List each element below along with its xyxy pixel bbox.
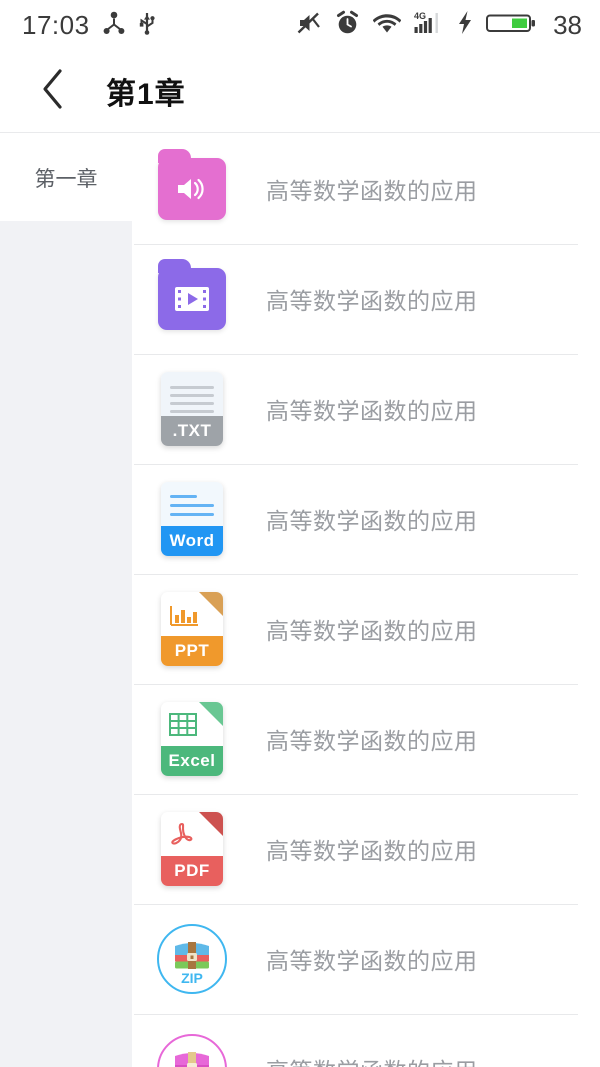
phone-screen: 17:03 4G 38 第1章 第一章 高等数学函数的应用 高等数学函数的应用 … bbox=[0, 0, 600, 1067]
mute-icon bbox=[296, 10, 322, 41]
list-item[interactable]: Excel 高等数学函数的应用 bbox=[132, 684, 600, 794]
list-item[interactable]: PDF 高等数学函数的应用 bbox=[132, 794, 600, 904]
list-item[interactable]: 高等数学函数的应用 bbox=[132, 1014, 600, 1067]
sidebar-item-label: 第一章 bbox=[34, 167, 98, 191]
list-item[interactable]: 高等数学函数的应用 bbox=[132, 244, 600, 354]
list-item-label: 高等数学函数的应用 bbox=[266, 728, 478, 754]
status-bar-right: 4G 38 bbox=[296, 10, 582, 41]
pdf-badge-label: PDF bbox=[174, 861, 210, 880]
ppt-file-icon: PPT bbox=[156, 590, 228, 668]
list-item-label: 高等数学函数的应用 bbox=[266, 1052, 478, 1067]
list-item-label: 高等数学函数的应用 bbox=[266, 948, 478, 974]
back-button[interactable] bbox=[30, 68, 76, 114]
alarm-icon bbox=[335, 10, 360, 41]
sidebar-item-chapter-1[interactable]: 第一章 bbox=[0, 134, 132, 221]
charging-bolt-icon bbox=[457, 10, 473, 40]
app-header: 第1章 bbox=[0, 50, 600, 133]
zip-badge-label: ZIP bbox=[181, 970, 203, 986]
page-title: 第1章 bbox=[106, 78, 186, 111]
list-item[interactable]: .TXT 高等数学函数的应用 bbox=[132, 354, 600, 464]
txt-file-icon: .TXT bbox=[156, 370, 228, 448]
ppt-badge-label: PPT bbox=[174, 641, 210, 660]
status-time: 17:03 bbox=[22, 10, 90, 40]
list-item-label: 高等数学函数的应用 bbox=[266, 398, 478, 424]
person-share-icon bbox=[103, 11, 125, 40]
word-file-icon: Word bbox=[156, 480, 228, 558]
audio-folder-icon bbox=[156, 149, 228, 228]
list-item[interactable]: PPT 高等数学函数的应用 bbox=[132, 574, 600, 684]
list-item-label: 高等数学函数的应用 bbox=[266, 178, 478, 204]
list-item-label: 高等数学函数的应用 bbox=[266, 288, 478, 314]
chevron-left-icon bbox=[40, 68, 66, 115]
wifi-icon bbox=[372, 12, 402, 39]
usb-icon bbox=[138, 11, 156, 40]
excel-file-icon: Excel bbox=[156, 700, 228, 778]
zip-file-icon: ZIP bbox=[156, 920, 228, 998]
list-item[interactable]: ZIP 高等数学函数的应用 bbox=[132, 904, 600, 1014]
status-bar-left: 17:03 bbox=[22, 11, 156, 40]
excel-badge-label: Excel bbox=[168, 751, 216, 770]
list-item-label: 高等数学函数的应用 bbox=[266, 838, 478, 864]
svg-text:4G: 4G bbox=[414, 11, 426, 21]
rar-file-icon bbox=[156, 1030, 228, 1067]
content-area: 第一章 高等数学函数的应用 高等数学函数的应用 .TXT 高等数学函数的应用 W… bbox=[0, 134, 600, 1067]
list-item-label: 高等数学函数的应用 bbox=[266, 618, 478, 644]
resource-list[interactable]: 高等数学函数的应用 高等数学函数的应用 .TXT 高等数学函数的应用 Word … bbox=[132, 134, 600, 1067]
list-item[interactable]: 高等数学函数的应用 bbox=[132, 134, 600, 244]
video-folder-icon bbox=[156, 259, 228, 338]
word-badge-label: Word bbox=[169, 531, 215, 550]
pdf-file-icon: PDF bbox=[156, 810, 228, 888]
chapter-sidebar[interactable]: 第一章 bbox=[0, 134, 132, 1067]
battery-icon bbox=[486, 10, 536, 41]
list-item-label: 高等数学函数的应用 bbox=[266, 508, 478, 534]
battery-percent: 38 bbox=[553, 10, 582, 40]
signal-4g-icon: 4G bbox=[414, 10, 444, 41]
status-bar: 17:03 4G 38 bbox=[0, 0, 600, 50]
txt-badge-label: .TXT bbox=[172, 421, 212, 440]
list-item[interactable]: Word 高等数学函数的应用 bbox=[132, 464, 600, 574]
